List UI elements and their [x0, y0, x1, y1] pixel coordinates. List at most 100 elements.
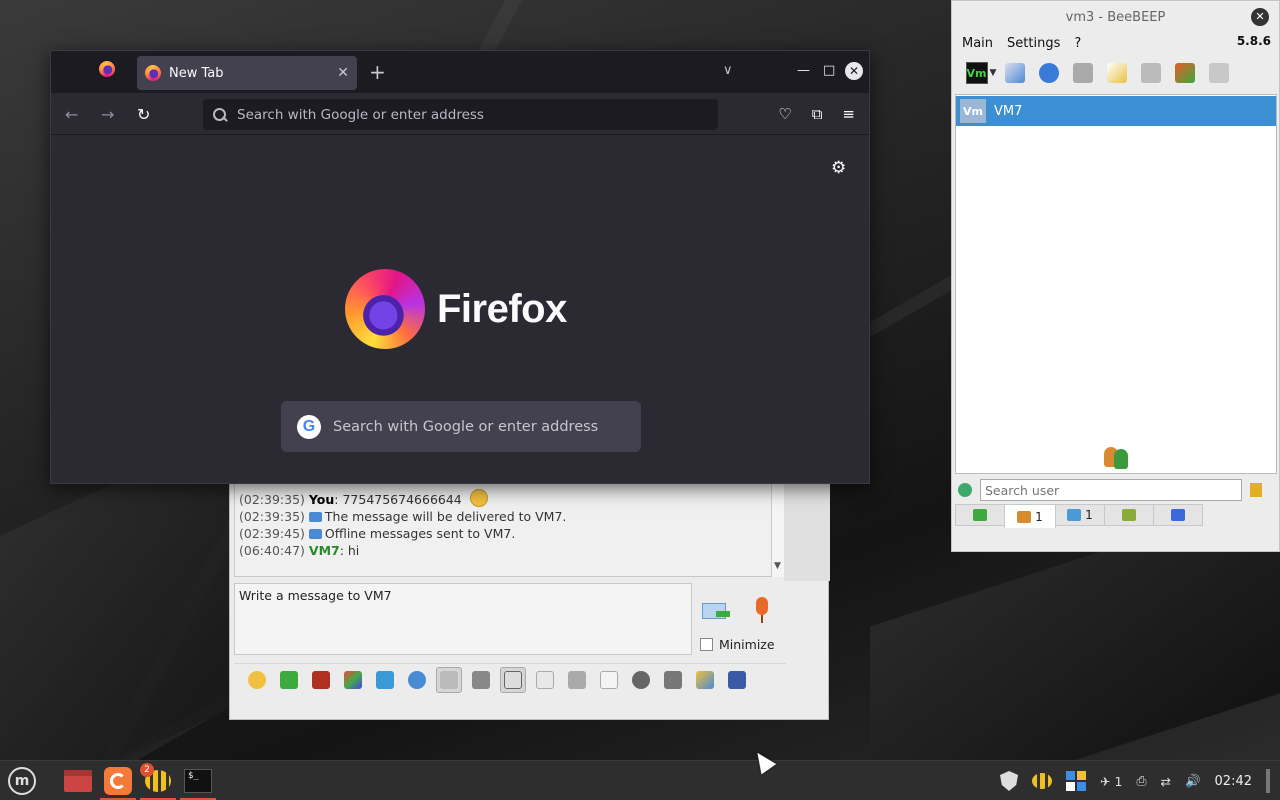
chat-log: (02:39:35) You: 775475674666644 (02:39:3…	[234, 471, 785, 577]
tab-groups[interactable]	[1104, 504, 1154, 526]
spellcheck-button[interactable]	[468, 667, 494, 693]
printer-icon[interactable]: ⎙	[1136, 773, 1146, 789]
clear-search-icon[interactable]	[1250, 483, 1262, 497]
bell-icon: ✈	[1100, 773, 1111, 789]
version-label: 5.8.6	[1236, 34, 1271, 48]
close-tab-icon[interactable]: ✕	[337, 65, 349, 81]
settings-button[interactable]	[404, 667, 430, 693]
search-user-input[interactable]	[980, 479, 1242, 501]
minimize-option[interactable]: Minimize	[700, 637, 775, 652]
tab-home[interactable]	[955, 504, 1005, 526]
close-window-button[interactable]: ✕	[845, 62, 863, 80]
beebeep-main-window: vm3 - BeeBEEP ✕ Main Settings ? 5.8.6 Vm…	[951, 0, 1280, 552]
mail-icon	[308, 512, 322, 522]
pinned-tab[interactable]	[99, 61, 121, 83]
tab-files[interactable]	[1153, 504, 1203, 526]
filter-button[interactable]	[372, 667, 398, 693]
smiley-icon	[469, 489, 488, 507]
tab-count: 1	[1035, 509, 1043, 524]
mail-icon	[308, 529, 322, 539]
font-button[interactable]	[308, 667, 334, 693]
record-button[interactable]	[628, 667, 654, 693]
send-file-icon	[568, 670, 586, 689]
tab-users[interactable]: 1	[1004, 504, 1056, 528]
chat-scrollbar[interactable]: ▼	[771, 471, 785, 577]
notifications-indicator[interactable]: ✈ 1	[1100, 774, 1122, 789]
network-button[interactable]	[1036, 60, 1062, 86]
menu-icon[interactable]: ≡	[842, 105, 855, 123]
network-icon[interactable]: ⇄	[1160, 774, 1170, 789]
sound-button[interactable]	[500, 666, 526, 693]
taskbar: m 2 $_ ✈ 1 ⎙ ⇄ 🔊 02:42	[0, 760, 1280, 800]
spellcheck-icon	[472, 670, 490, 689]
screenshot-icon	[664, 670, 682, 689]
window-title-text: vm3 - BeeBEEP	[1065, 9, 1166, 25]
app-grid-icon[interactable]	[1066, 771, 1087, 791]
show-desktop-button[interactable]	[1266, 769, 1270, 793]
update-button[interactable]	[1172, 60, 1198, 86]
list-item[interactable]: Vm VM7	[956, 96, 1276, 126]
firefox-icon	[99, 61, 115, 77]
volume-icon[interactable]: 🔊	[1185, 773, 1201, 789]
back-button[interactable]: ←	[65, 105, 78, 124]
maximize-window-button[interactable]: □	[823, 63, 835, 78]
screenshot-button[interactable]	[660, 667, 686, 693]
voice-message-button[interactable]	[750, 597, 774, 627]
save-button[interactable]	[724, 667, 750, 693]
minimize-checkbox[interactable]	[700, 638, 713, 651]
scroll-down-icon[interactable]: ▼	[774, 558, 781, 575]
close-window-button[interactable]: ✕	[1251, 8, 1269, 26]
font-color-button[interactable]	[340, 667, 366, 693]
gear-icon	[408, 670, 426, 689]
send-file-button[interactable]	[564, 667, 590, 693]
forward-button[interactable]: →	[101, 105, 114, 124]
shield-icon[interactable]	[1000, 771, 1019, 791]
list-tabs-button[interactable]: ∨	[723, 63, 733, 78]
terminal-icon: $_	[184, 769, 212, 793]
trash-button[interactable]	[1206, 60, 1232, 86]
search-options-icon[interactable]	[958, 483, 972, 497]
minimize-window-button[interactable]: —	[797, 63, 810, 78]
pocket-icon[interactable]: ♡	[778, 105, 791, 123]
send-message-button[interactable]	[700, 599, 734, 625]
users-icon	[1102, 445, 1132, 469]
mint-menu-icon: m	[8, 767, 36, 795]
compact-view-button[interactable]	[436, 666, 462, 693]
file-button[interactable]	[532, 667, 558, 693]
music-note-icon	[504, 670, 522, 689]
arrow-icon	[716, 611, 730, 617]
update-icon	[1175, 63, 1195, 83]
user-name: VM7	[994, 103, 1023, 119]
terminal-task-button[interactable]: $_	[178, 761, 218, 800]
tab-new-tab[interactable]: New Tab ✕	[137, 56, 357, 90]
bee-icon[interactable]	[1032, 773, 1053, 789]
chat-message: (02:39:35) The message will be delivered…	[239, 508, 775, 525]
new-tab-button[interactable]: +	[369, 61, 386, 83]
code-button[interactable]	[596, 667, 622, 693]
menu-settings[interactable]: Settings	[1007, 36, 1060, 51]
content-search-box[interactable]: G Search with Google or enter address	[281, 401, 641, 452]
files-launcher[interactable]	[58, 761, 98, 800]
menu-help[interactable]: ?	[1074, 36, 1081, 51]
group-icon	[1122, 509, 1136, 521]
chevron-down-icon: ▼	[989, 68, 997, 78]
firefox-task-button[interactable]	[98, 761, 138, 800]
status-button[interactable]: Vm ▼	[965, 60, 997, 86]
extensions-icon[interactable]: ⧉	[812, 105, 823, 123]
edit-button[interactable]	[692, 667, 718, 693]
panel-tabs: 1 1	[955, 504, 1203, 528]
clock[interactable]: 02:42	[1215, 774, 1252, 789]
reload-button[interactable]: ↻	[137, 105, 150, 124]
emoticon-button[interactable]	[244, 667, 270, 693]
tab-chats[interactable]: 1	[1055, 504, 1105, 526]
plugin-button[interactable]	[1070, 60, 1096, 86]
color-button[interactable]	[276, 667, 302, 693]
url-bar[interactable]: Search with Google or enter address	[203, 99, 718, 130]
profile-button[interactable]	[1002, 60, 1028, 86]
message-input[interactable]: Write a message to VM7	[234, 583, 692, 655]
menu-main[interactable]: Main	[962, 36, 993, 51]
start-menu-button[interactable]: m	[2, 761, 42, 800]
tools-button[interactable]	[1138, 60, 1164, 86]
gear-icon[interactable]: ⚙	[831, 158, 846, 178]
notes-button[interactable]	[1104, 60, 1130, 86]
